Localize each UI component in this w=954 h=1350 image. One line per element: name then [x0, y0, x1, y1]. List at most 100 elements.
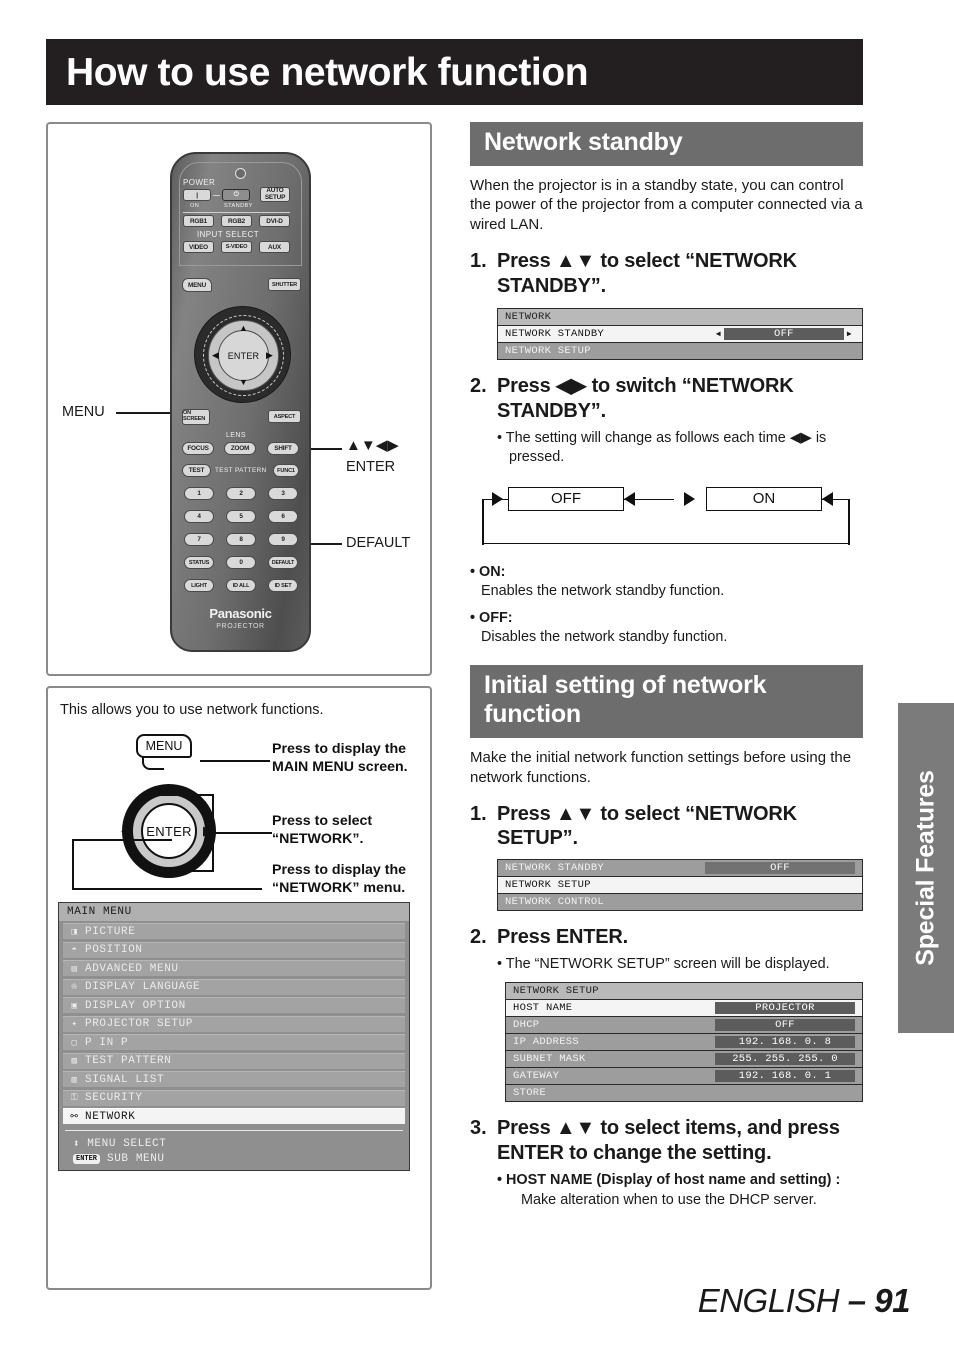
off-label: • OFF:: [470, 610, 513, 627]
remote-aux-button[interactable]: AUX: [259, 241, 290, 253]
dpad-up-icon[interactable]: ▲: [239, 324, 248, 333]
howto-bracket-display-v: [72, 839, 74, 889]
remote-rgb1-button[interactable]: RGB1: [183, 215, 214, 227]
remote-test-button[interactable]: TEST: [182, 464, 211, 477]
remote-status-button[interactable]: STATUS: [184, 556, 214, 569]
remote-control-figure: MENU ▲▼◀▶ ENTER DEFAULT POWER | ⏻ AUTO S…: [46, 122, 432, 676]
osd-row-network-standby-2[interactable]: NETWORK STANDBY OFF: [498, 860, 862, 878]
initial-setting-step-2-note: • The “NETWORK SETUP” screen will be dis…: [497, 955, 830, 972]
initial-setting-step-1: 1. Press ▲▼ to select “NETWORK SETUP”.: [470, 802, 863, 852]
host-name-bullet-desc: Make alteration when to use the DHCP ser…: [521, 1191, 817, 1208]
main-menu-item-projector-setup[interactable]: ✦ PROJECTOR SETUP: [63, 1015, 405, 1032]
remote-power-standby-button[interactable]: ⏻: [222, 189, 250, 201]
osd-row-gateway[interactable]: GATEWAY 192. 168. 0. 1: [506, 1068, 862, 1085]
dpad-right-icon[interactable]: ▶: [266, 351, 273, 360]
osd-network-title: NETWORK: [498, 308, 862, 326]
osd-row-network-setup-2[interactable]: NETWORK SETUP: [498, 877, 862, 895]
remote-auto-setup-button[interactable]: AUTO SETUP: [260, 187, 290, 202]
enter-wheel-illustration: ENTER ▲ ▼ ◀ ▶: [121, 783, 216, 878]
remote-zoom-button[interactable]: ZOOM: [224, 442, 256, 455]
projector-setup-icon: ✦: [71, 1019, 78, 1029]
step-text: Press ENTER.: [497, 926, 628, 949]
remote-num-3-button[interactable]: 3: [268, 487, 298, 500]
osd-row-network-standby[interactable]: NETWORK STANDBY ◀ OFF ▶: [498, 325, 862, 343]
step-text: Press ▲▼ to select items, and press ENTE…: [497, 1117, 840, 1164]
osd-row-label: IP ADDRESS: [513, 1036, 580, 1048]
remote-id-all-button[interactable]: ID ALL: [226, 579, 256, 592]
remote-shift-button[interactable]: SHIFT: [267, 442, 299, 455]
off-description-block: • OFF: Disables the network standby func…: [470, 609, 863, 648]
step-number: 1.: [470, 802, 487, 825]
network-standby-heading: Network standby: [470, 122, 863, 166]
remote-num-5-button[interactable]: 5: [226, 510, 256, 523]
remote-light-button[interactable]: LIGHT: [184, 579, 214, 592]
callout-menu-label: MENU: [62, 404, 105, 420]
main-menu-item-display-language[interactable]: ✇ DISPLAY LANGUAGE: [63, 978, 405, 995]
osd-row-label: NETWORK SETUP: [505, 879, 591, 892]
remote-num-6-button[interactable]: 6: [268, 510, 298, 523]
main-menu-item-security[interactable]: ⚿ SECURITY: [63, 1089, 405, 1106]
dpad-left-icon[interactable]: ◀: [212, 351, 219, 360]
main-menu-item-label: PICTURE: [85, 925, 136, 938]
remote-dpad[interactable]: ENTER ▲ ▼ ◀ ▶: [194, 306, 291, 403]
remote-enter-button[interactable]: ENTER: [218, 330, 269, 381]
remote-svideo-button[interactable]: S-VIDEO: [221, 241, 252, 253]
osd-row-ip-address[interactable]: IP ADDRESS 192. 168. 0. 8: [506, 1034, 862, 1051]
remote-num-1-button[interactable]: 1: [184, 487, 214, 500]
osd-row-network-setup[interactable]: NETWORK SETUP: [498, 342, 862, 359]
osd-left-arrow-icon[interactable]: ◀: [713, 329, 724, 339]
osd-network-setup-list: NETWORK STANDBY OFF NETWORK SETUP NETWOR…: [497, 859, 863, 912]
osd-network-setup-detail: NETWORK SETUP HOST NAME PROJECTOR DHCP O…: [505, 982, 863, 1102]
osd-row-network-control[interactable]: NETWORK CONTROL: [498, 894, 862, 911]
remote-aspect-button[interactable]: ASPECT: [268, 410, 301, 423]
remote-on-label: ON: [190, 203, 200, 209]
remote-video-button[interactable]: VIDEO: [183, 241, 214, 253]
remote-default-button[interactable]: DEFAULT: [268, 556, 298, 569]
network-standby-step-2: 2. Press ◀▶ to switch “NETWORK STANDBY”.: [470, 374, 863, 424]
callout-default-label: DEFAULT: [346, 535, 411, 551]
main-menu-item-test-pattern[interactable]: ▨ TEST PATTERN: [63, 1052, 405, 1069]
osd-row-subnet-mask[interactable]: SUBNET MASK 255. 255. 255. 0: [506, 1051, 862, 1068]
remote-menu-button[interactable]: MENU: [182, 278, 212, 292]
howto-note-select: Press to select “NETWORK”.: [272, 813, 373, 848]
main-menu-item-signal-list[interactable]: ▥ SIGNAL LIST: [63, 1071, 405, 1087]
test-pattern-icon: ▨: [71, 1056, 78, 1066]
step-text: Press ◀▶ to switch “NETWORK STANDBY”.: [497, 374, 794, 422]
osd-row-host-name[interactable]: HOST NAME PROJECTOR: [506, 1000, 862, 1017]
osd-row-label: NETWORK SETUP: [505, 344, 591, 357]
osd-right-arrow-icon[interactable]: ▶: [844, 329, 855, 339]
osd-row-dhcp[interactable]: DHCP OFF: [506, 1017, 862, 1034]
remote-power-on-button[interactable]: |: [183, 189, 211, 201]
main-menu-item-label: SECURITY: [85, 1092, 143, 1104]
remote-num-7-button[interactable]: 7: [184, 533, 214, 546]
osd-row-label: NETWORK STANDBY: [505, 862, 605, 875]
remote-on-screen-button[interactable]: ON SCREEN: [182, 409, 210, 425]
remote-num-2-button[interactable]: 2: [226, 487, 256, 500]
main-menu-item-label: P IN P: [85, 1036, 129, 1049]
dpad-down-icon[interactable]: ▼: [239, 378, 248, 387]
main-menu-item-display-option[interactable]: ▣ DISPLAY OPTION: [63, 997, 405, 1013]
page-title: How to use network function: [66, 50, 589, 94]
main-menu-item-p-in-p[interactable]: ▢ P IN P: [63, 1034, 405, 1050]
remote-num-4-button[interactable]: 4: [184, 510, 214, 523]
main-menu-item-position[interactable]: ◓ POSITION: [63, 941, 405, 958]
remote-num-8-button[interactable]: 8: [226, 533, 256, 546]
main-menu-item-label: DISPLAY OPTION: [85, 999, 186, 1012]
remote-rgb2-button[interactable]: RGB2: [221, 215, 252, 227]
remote-shutter-button[interactable]: SHUTTER: [268, 278, 301, 291]
remote-dvid-button[interactable]: DVI-D: [259, 215, 290, 227]
remote-focus-button[interactable]: FOCUS: [182, 442, 214, 455]
cycle-wire-left-down: [482, 498, 484, 545]
remote-func1-button[interactable]: FUNC1: [273, 464, 299, 477]
up-down-arrow-icon: ⬍: [73, 1139, 81, 1151]
osd-row-store[interactable]: STORE: [506, 1085, 862, 1101]
main-menu-item-advanced-menu[interactable]: ▤ ADVANCED MENU: [63, 960, 405, 976]
remote-num-0-button[interactable]: 0: [226, 556, 256, 569]
main-menu-item-network[interactable]: ⚯ NETWORK: [63, 1108, 405, 1124]
picture-icon: ◨: [71, 926, 78, 937]
off-description: Disables the network standby function.: [481, 629, 728, 646]
left-column: MENU ▲▼◀▶ ENTER DEFAULT POWER | ⏻ AUTO S…: [46, 122, 432, 1290]
remote-id-set-button[interactable]: ID SET: [268, 579, 298, 592]
main-menu-item-picture[interactable]: ◨ PICTURE: [63, 923, 405, 939]
remote-num-9-button[interactable]: 9: [268, 533, 298, 546]
